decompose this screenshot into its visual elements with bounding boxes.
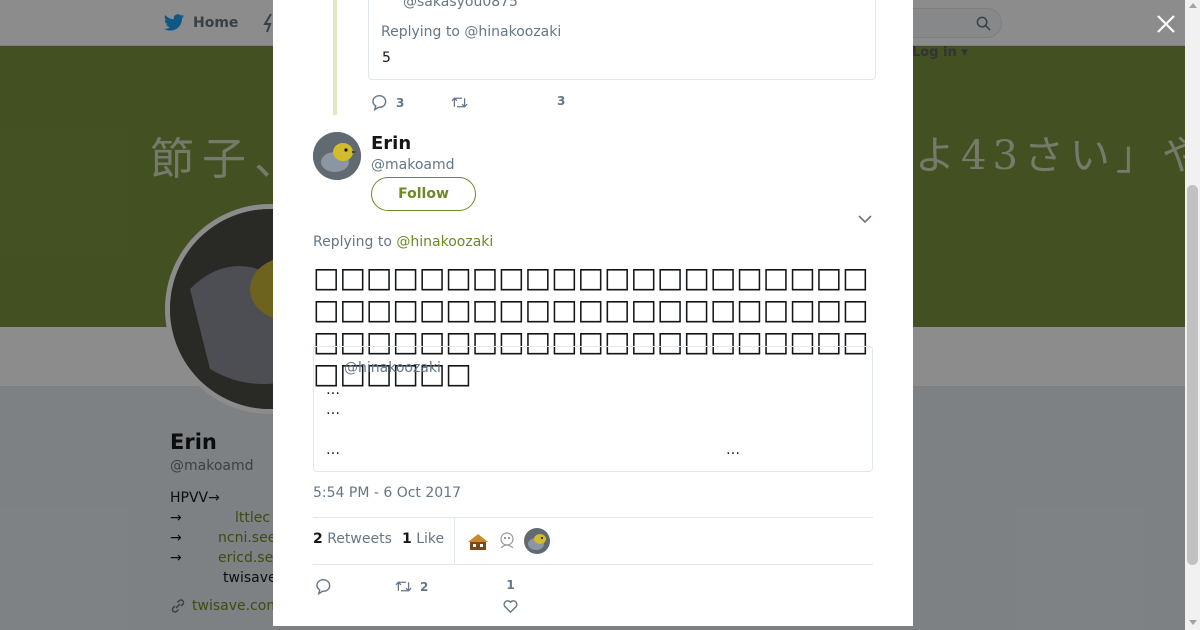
stats-divider [454, 518, 455, 564]
author-handle[interactable]: @makoamd [371, 157, 455, 173]
retweets-stat[interactable]: 2 Retweets [313, 531, 392, 547]
follow-button[interactable]: Follow [371, 177, 476, 211]
retweets-label: Retweets [327, 531, 392, 547]
retweet-button[interactable] [451, 94, 468, 111]
chevron-down-icon[interactable] [857, 213, 873, 225]
replying-to-mention[interactable]: @hinakoozaki [396, 234, 493, 250]
thread-connector-line [333, 0, 337, 115]
retweet-icon [451, 97, 468, 108]
reply-icon [372, 94, 387, 111]
page-scrollbar[interactable] [1185, 0, 1200, 630]
scrollbar-thumb[interactable] [1187, 185, 1198, 565]
reply-icon [316, 578, 331, 595]
reply-button[interactable]: 3 [371, 94, 404, 111]
quoted-text-line: … [326, 402, 340, 418]
replying-to: Replying to @hinakoozaki [313, 234, 493, 250]
reply-button[interactable] [315, 578, 332, 595]
tweet-stats: 2 Retweets 1 Like [313, 517, 873, 565]
tweet-timestamp[interactable]: 5:54 PM - 6 Oct 2017 [313, 485, 461, 501]
like-count: 1 [506, 578, 515, 592]
retweet-icon [395, 581, 412, 592]
scroll-down-arrow-icon[interactable] [1189, 620, 1197, 625]
like-button[interactable]: 1 [502, 578, 519, 615]
login-dropdown[interactable]: Log in ▾ [912, 45, 968, 60]
liker-avatar[interactable] [465, 528, 491, 554]
retweet-count: 2 [420, 579, 429, 594]
close-icon[interactable] [1153, 11, 1179, 37]
tweet-permalink-modal: @sakasyou0875 Replying to @hinakoozaki 5… [273, 0, 913, 626]
likes-stat[interactable]: 1 Like [402, 531, 444, 547]
scroll-up-arrow-icon[interactable] [1189, 3, 1197, 8]
quoted-text-line: … [326, 382, 340, 398]
previous-tweet-quote[interactable]: @sakasyou0875 Replying to @hinakoozaki 5 [368, 0, 876, 80]
replying-to-label: Replying to @hinakoozaki [381, 24, 562, 40]
author-avatar[interactable] [313, 132, 361, 180]
author-name[interactable]: Erin [371, 133, 411, 154]
retweet-button[interactable]: 2 [395, 578, 428, 595]
reply-count: 3 [396, 95, 405, 110]
tweet-actions: 2 1 [313, 576, 873, 620]
replying-to-prefix: Replying to [313, 234, 392, 250]
like-button[interactable]: 3 [557, 94, 565, 108]
quoted-text: 5 [382, 50, 391, 66]
quoted-handle: @sakasyou0875 [403, 0, 518, 10]
quoted-tweet-card[interactable]: @hinakoozaki … … … … [313, 346, 873, 472]
likes-label: Like [416, 531, 445, 547]
heart-icon [503, 600, 518, 614]
quoted-text-line: … [326, 442, 340, 458]
liker-avatar[interactable] [524, 528, 550, 554]
quoted-handle: @hinakoozaki [344, 360, 441, 376]
bird-avatar-image [313, 132, 361, 180]
quoted-text-line: … [726, 442, 740, 458]
retweets-count: 2 [313, 531, 323, 547]
previous-tweet-actions: 3 3 [371, 94, 671, 114]
like-count: 3 [557, 94, 566, 108]
liker-avatar[interactable] [494, 528, 520, 554]
likes-count: 1 [402, 531, 412, 547]
